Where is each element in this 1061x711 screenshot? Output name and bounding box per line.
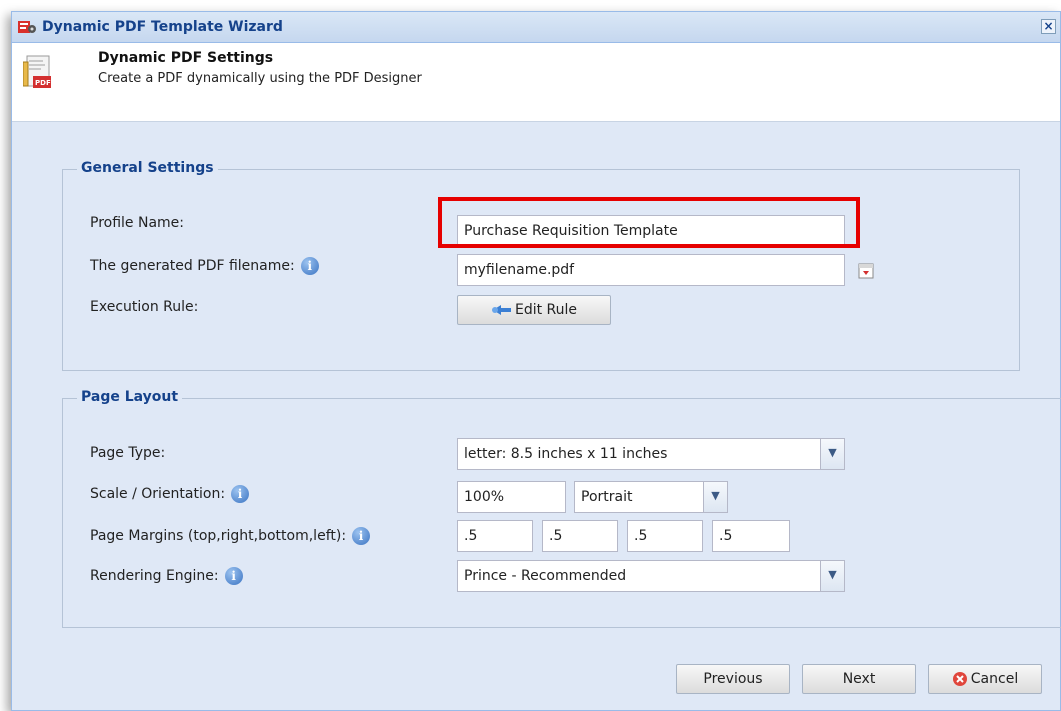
highlight-box — [438, 197, 860, 248]
info-icon[interactable]: i — [231, 485, 250, 503]
wizard-window: Dynamic PDF Template Wizard × PDF Dynami… — [11, 11, 1061, 711]
rendering-engine-value: Prince - Recommended — [464, 568, 627, 584]
next-label: Next — [842, 671, 876, 687]
margin-left-input[interactable] — [712, 520, 790, 552]
execution-rule-label: Execution Rule: — [90, 299, 199, 315]
close-icon: × — [1043, 19, 1054, 33]
page-type-value: letter: 8.5 inches x 11 inches — [464, 446, 668, 462]
pdf-filename-input[interactable] — [457, 254, 845, 286]
info-icon[interactable]: i — [352, 527, 371, 545]
wizard-header: PDF Dynamic PDF Settings Create a PDF dy… — [12, 43, 1060, 122]
page-margins-label: Page Margins (top,right,bottom,left): — [90, 528, 347, 544]
page-margins-label-row: Page Margins (top,right,bottom,left): i — [90, 527, 371, 545]
header-title: Dynamic PDF Settings — [98, 50, 274, 66]
rendering-engine-label: Rendering Engine: — [90, 568, 219, 584]
svg-text:PDF: PDF — [35, 79, 51, 87]
filename-label: The generated PDF filename: — [90, 258, 295, 274]
margin-right-input[interactable] — [542, 520, 618, 552]
margin-top-input[interactable] — [457, 520, 533, 552]
filename-token-icon[interactable] — [858, 263, 874, 279]
scale-input[interactable] — [457, 481, 566, 513]
info-icon[interactable]: i — [300, 257, 319, 275]
rendering-engine-label-row: Rendering Engine: i — [90, 567, 243, 585]
orientation-select[interactable]: Portrait ▼ — [574, 481, 728, 513]
previous-button[interactable]: Previous — [676, 664, 790, 694]
next-button[interactable]: Next — [802, 664, 916, 694]
chevron-down-icon[interactable]: ▼ — [820, 439, 844, 469]
cancel-icon — [952, 672, 967, 686]
general-settings-legend: General Settings — [77, 160, 218, 176]
filename-label-row: The generated PDF filename: i — [90, 257, 319, 275]
close-button[interactable]: × — [1041, 19, 1056, 34]
cancel-label: Cancel — [970, 671, 1019, 687]
share-arrow-icon — [491, 305, 511, 315]
cancel-button[interactable]: Cancel — [928, 664, 1042, 694]
app-icon — [18, 21, 36, 33]
info-icon[interactable]: i — [224, 567, 243, 585]
orientation-value: Portrait — [581, 489, 633, 505]
header-subtitle: Create a PDF dynamically using the PDF D… — [98, 71, 422, 86]
page-layout-fieldset: Page Layout — [62, 389, 1061, 628]
margin-bottom-input[interactable] — [627, 520, 703, 552]
profile-name-label: Profile Name: — [90, 215, 185, 231]
chevron-down-icon[interactable]: ▼ — [820, 561, 844, 591]
previous-label: Previous — [703, 671, 763, 687]
chevron-down-icon[interactable]: ▼ — [703, 482, 727, 512]
scale-orientation-label: Scale / Orientation: — [90, 486, 226, 502]
window-title: Dynamic PDF Template Wizard — [42, 19, 283, 35]
rendering-engine-select[interactable]: Prince - Recommended ▼ — [457, 560, 845, 592]
page-type-select[interactable]: letter: 8.5 inches x 11 inches ▼ — [457, 438, 845, 470]
title-bar: Dynamic PDF Template Wizard × — [12, 12, 1060, 43]
page-layout-legend: Page Layout — [77, 389, 183, 405]
edit-rule-label: Edit Rule — [514, 302, 578, 318]
page-type-label: Page Type: — [90, 445, 166, 461]
edit-rule-button[interactable]: Edit Rule — [457, 295, 611, 325]
scale-orientation-label-row: Scale / Orientation: i — [90, 485, 250, 503]
pdf-document-icon: PDF — [23, 55, 51, 88]
